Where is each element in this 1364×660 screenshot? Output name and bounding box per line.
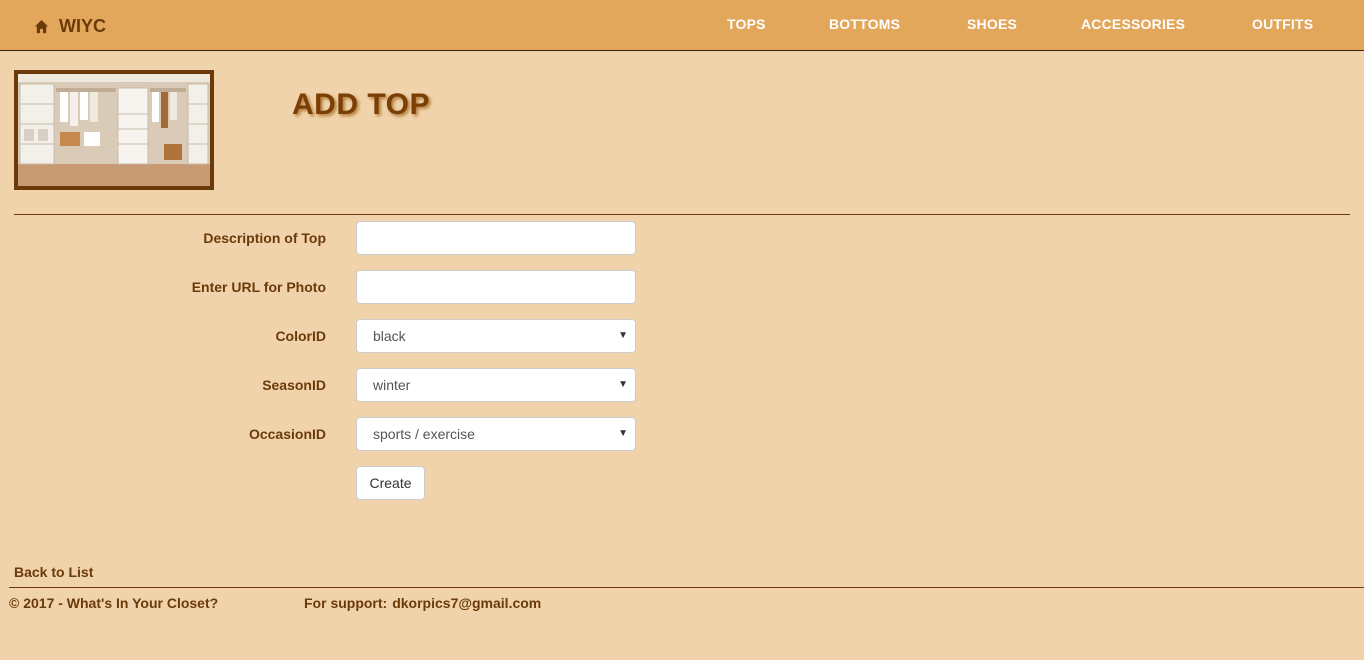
occasion-select-value: sports / exercise bbox=[373, 426, 475, 442]
caret-down-icon: ▼ bbox=[618, 428, 628, 439]
season-select-value: winter bbox=[373, 377, 411, 393]
create-button[interactable]: Create bbox=[356, 466, 425, 500]
color-select-value: black bbox=[373, 328, 406, 344]
nav-tops[interactable]: TOPS bbox=[727, 16, 766, 34]
footer-divider bbox=[9, 587, 1364, 588]
support-label: For support: bbox=[304, 595, 388, 611]
nav-bottoms[interactable]: BOTTOMS bbox=[829, 16, 900, 34]
occasion-label: OccasionID bbox=[248, 426, 326, 442]
photo-url-input[interactable] bbox=[356, 270, 636, 304]
brand-label: WIYC bbox=[59, 15, 106, 36]
caret-down-icon: ▼ bbox=[618, 330, 628, 341]
color-label: ColorID bbox=[275, 328, 326, 344]
season-label: SeasonID bbox=[262, 377, 326, 393]
support-email: dkorpics7@gmail.com bbox=[392, 595, 542, 611]
page-title: ADD TOP bbox=[292, 88, 430, 121]
occasion-select[interactable]: sports / exercise ▼ bbox=[356, 417, 636, 451]
top-navbar: WIYC TOPS BOTTOMS SHOES ACCESSORIES OUTF… bbox=[0, 0, 1364, 51]
closet-illustration bbox=[18, 74, 210, 186]
footer-support: For support: dkorpics7@gmail.com bbox=[304, 595, 541, 611]
nav-accessories[interactable]: ACCESSORIES bbox=[1081, 16, 1185, 34]
header-divider bbox=[14, 214, 1350, 215]
back-to-list-link[interactable]: Back to List bbox=[14, 564, 93, 580]
footer-copyright: © 2017 - What's In Your Closet? bbox=[9, 595, 219, 611]
season-select[interactable]: winter ▼ bbox=[356, 368, 636, 402]
closet-photo bbox=[14, 70, 214, 190]
color-select[interactable]: black ▼ bbox=[356, 319, 636, 353]
description-input[interactable] bbox=[356, 221, 636, 255]
caret-down-icon: ▼ bbox=[618, 379, 628, 390]
home-icon bbox=[34, 19, 49, 34]
brand-link[interactable]: WIYC bbox=[34, 14, 106, 38]
description-label: Description of Top bbox=[203, 230, 326, 246]
nav-outfits[interactable]: OUTFITS bbox=[1252, 16, 1313, 34]
photo-url-label: Enter URL for Photo bbox=[191, 279, 326, 295]
nav-shoes[interactable]: SHOES bbox=[967, 16, 1017, 34]
